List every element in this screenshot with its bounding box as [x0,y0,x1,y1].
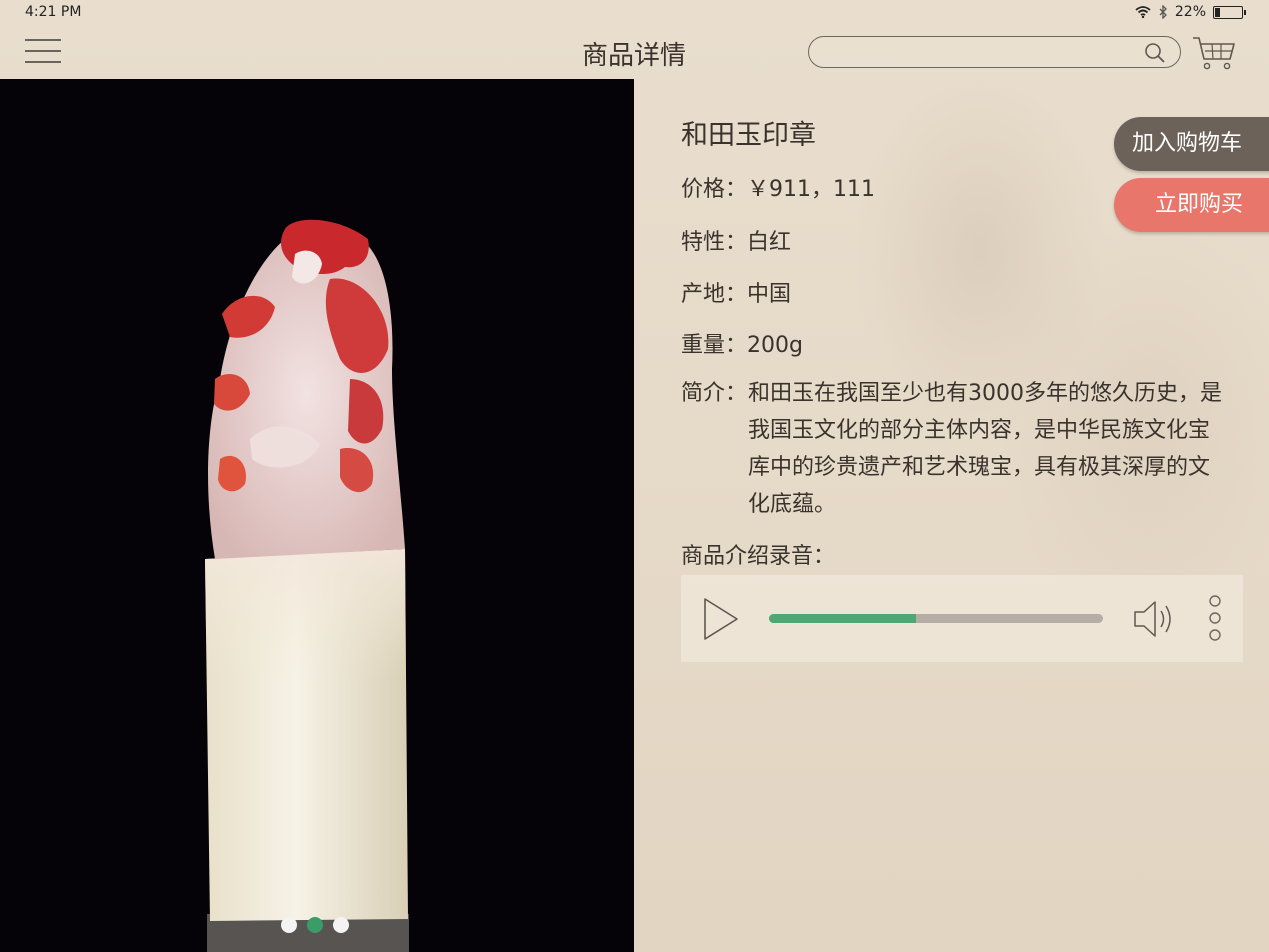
feature-row: 特性：白红 [681,224,791,256]
status-time: 4:21 PM [25,4,82,20]
battery-fill [1215,7,1221,17]
gallery-dot-active[interactable] [307,917,323,933]
weight-label: 重量： [681,333,748,358]
gallery-dot[interactable] [333,917,349,933]
origin-row: 产地：中国 [681,276,791,308]
search-input[interactable] [825,41,1139,65]
price-row: 价格：￥911，111 [681,171,875,203]
intro-text: 和田玉在我国至少也有3000多年的悠久历史，是我国玉文化的部分主体内容，是中华民… [748,381,1222,517]
page-title: 商品详情 [581,41,686,71]
price-label: 价格： [681,177,748,202]
feature-value: 白红 [747,230,792,255]
buy-now-button[interactable]: 立即购买 [1114,178,1269,232]
audio-label: 商品介绍录音： [681,544,836,569]
volume-icon[interactable] [1133,597,1179,641]
audio-progress-fill [769,614,916,623]
audio-player [681,575,1243,662]
weight-row: 重量：200g [681,327,803,359]
intro-label: 简介： [681,381,748,406]
status-bar: 4:21 PM 22% [0,0,1269,26]
menu-icon-line [25,61,61,63]
play-icon[interactable] [703,597,739,641]
battery-percent: 22% [1174,4,1206,20]
origin-label: 产地： [681,282,748,307]
search-bar [808,36,1181,68]
top-bar: 商品详情 [0,26,1269,79]
menu-icon-line [25,50,61,52]
product-name: 和田玉印章 [681,120,816,151]
weight-value: 200g [747,333,803,358]
wifi-icon [1135,6,1151,18]
gallery-dot[interactable] [281,917,297,933]
feature-label: 特性： [681,230,748,255]
status-indicators: 22% [1135,4,1246,20]
jade-seal-image [0,79,634,952]
gallery-pagination [281,917,349,933]
menu-button[interactable] [25,39,61,67]
bluetooth-icon [1159,5,1167,19]
menu-icon-line [25,39,61,41]
origin-value: 中国 [747,282,792,307]
add-to-cart-button[interactable]: 加入购物车 [1114,117,1269,171]
search-icon[interactable] [1144,42,1166,64]
product-image-gallery[interactable] [0,79,634,952]
more-options-icon[interactable] [1205,594,1225,646]
audio-progress-bar[interactable] [769,614,1103,623]
cart-icon[interactable] [1192,35,1236,71]
battery-icon [1213,5,1246,19]
price-value: ￥911，111 [747,177,875,202]
